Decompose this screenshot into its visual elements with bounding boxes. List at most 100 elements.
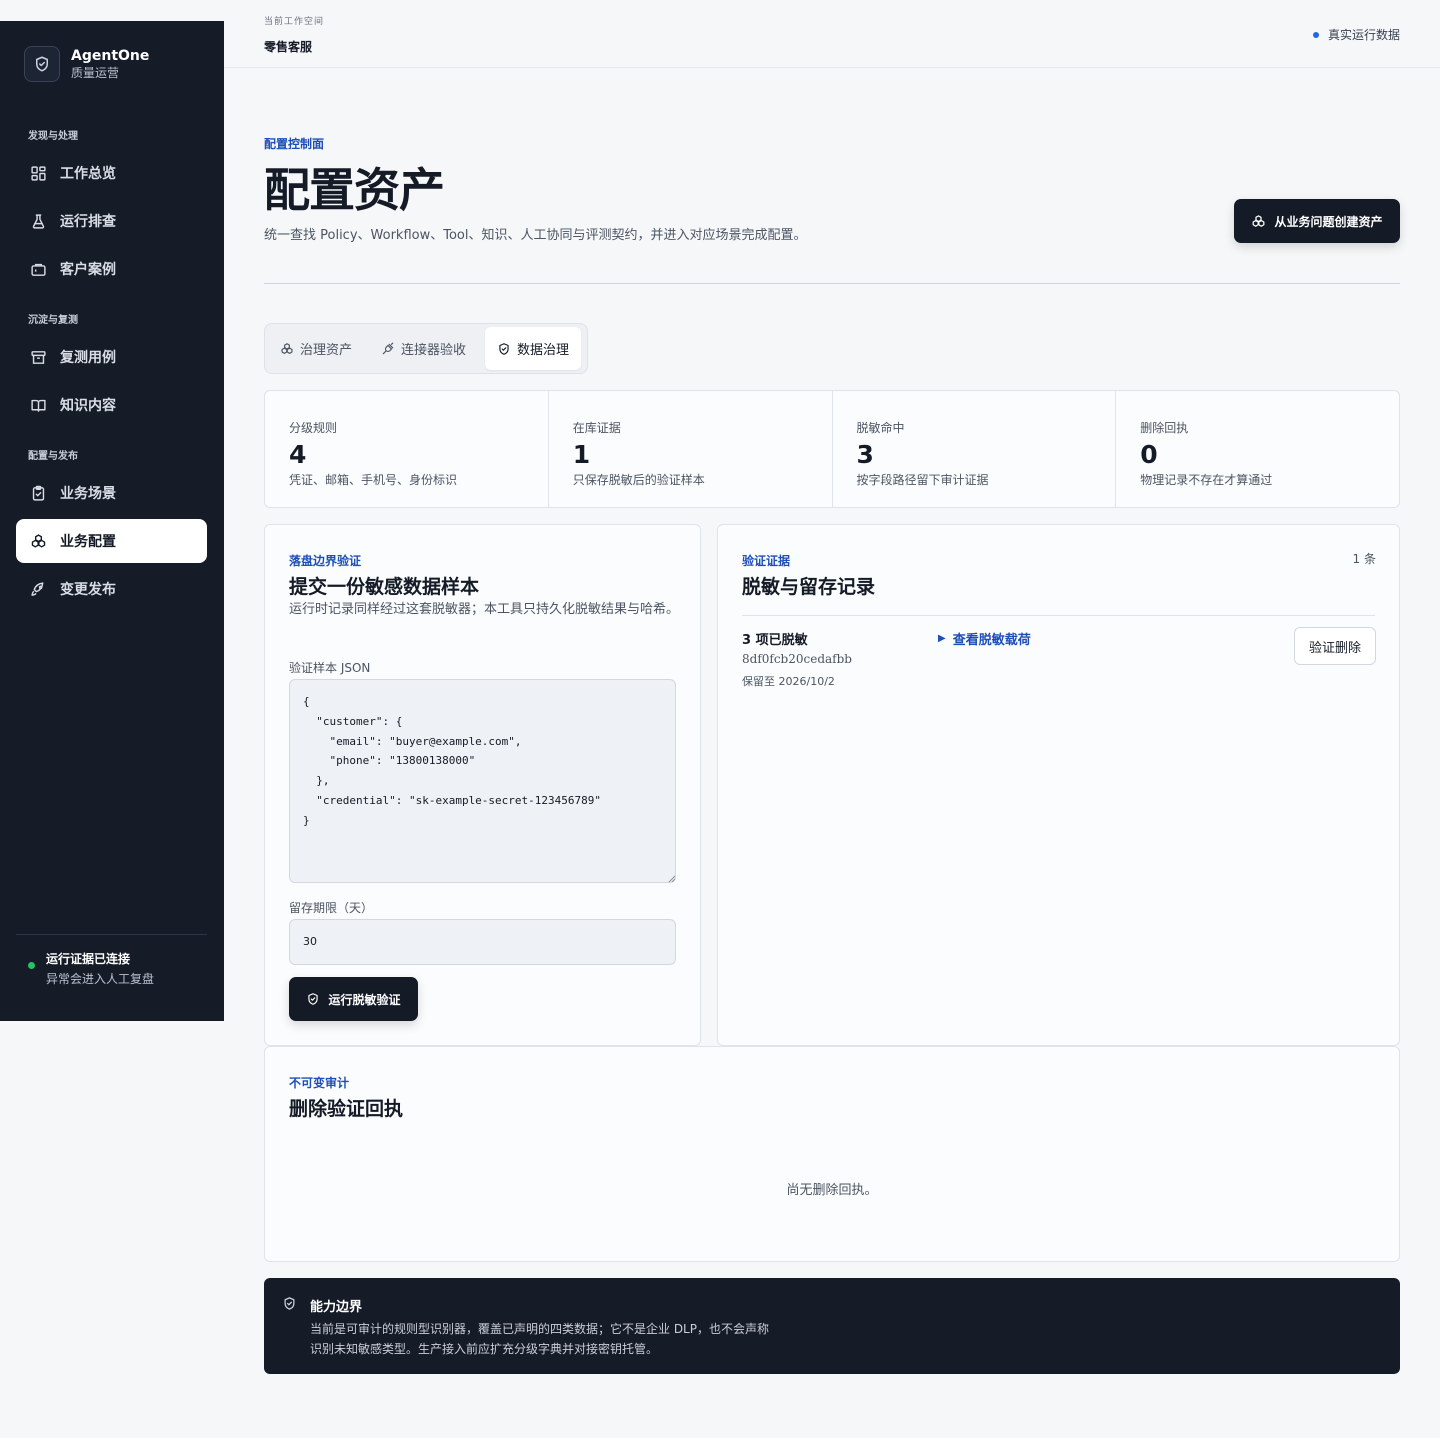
capability-notice: 能力边界 当前是可审计的规则型识别器，覆盖已声明的四类数据；它不是企业 DLP，… [264, 1278, 1400, 1374]
verify-delete-button[interactable]: 验证删除 [1294, 627, 1376, 665]
tab-label: 连接器验收 [401, 343, 467, 358]
stat-value: 3 [856, 440, 874, 469]
status-dot [28, 962, 35, 969]
page-title: 配置资产 [264, 163, 445, 217]
card-eyebrow: 落盘边界验证 [289, 554, 362, 568]
live-dot [1312, 31, 1319, 38]
create-asset-button[interactable]: 从业务问题创建资产 [1234, 199, 1400, 243]
notice-text: 当前是可审计的规则型识别器，覆盖已声明的四类数据；它不是企业 DLP，也不会声称… [310, 1322, 769, 1356]
shield-icon [499, 342, 509, 355]
connection-title: 运行证据已连接 [46, 952, 131, 966]
nav-section-discover: 发现与处理 [28, 131, 78, 142]
brand-sub: 质量运营 [71, 66, 120, 80]
sidebar-item-config[interactable]: 业务配置 [16, 519, 207, 563]
shield-logo-icon [24, 46, 60, 82]
grid-icon [31, 165, 46, 181]
sidebar-item-retest-cases[interactable]: 复测用例 [16, 335, 207, 379]
resize-handle-icon[interactable] [668, 875, 676, 883]
nav-section-retest: 沉淀与复测 [28, 315, 78, 326]
rocket-icon [31, 581, 44, 596]
card-divider [742, 615, 1375, 616]
header-divider [264, 283, 1400, 284]
sidebar-item-knowledge[interactable]: 知识内容 [16, 383, 207, 427]
stat-classification-rules: 分级规则 4 凭证、邮箱、手机号、身份标识 [265, 391, 549, 507]
live-label: 真实运行数据 [1327, 28, 1400, 42]
sidebar-item-label: 业务场景 [60, 486, 116, 502]
boxes-icon [1253, 214, 1265, 227]
tab-label: 治理资产 [300, 343, 353, 358]
stat-label: 删除回执 [1140, 421, 1189, 435]
card-description: 运行时记录同样经过这套脱敏器；本工具只持久化脱敏结果与哈希。 [289, 602, 680, 617]
flask-icon [32, 213, 45, 229]
stat-label: 分级规则 [289, 421, 338, 435]
boxes-icon [31, 533, 46, 548]
plug-icon [382, 342, 394, 354]
sidebar-item-label: 变更发布 [60, 582, 116, 598]
brand-name: AgentOne [71, 48, 150, 64]
stat-value: 0 [1140, 440, 1158, 469]
tab-data-governance[interactable]: 数据治理 [485, 327, 582, 370]
stats-panel: 分级规则 4 凭证、邮箱、手机号、身份标识 在库证据 1 只保存脱敏后的验证样本… [264, 390, 1400, 508]
page-description: 统一查找 Policy、Workflow、Tool、知识、人工协同与评测契约，并… [264, 228, 807, 243]
empty-state: 尚无删除回执。 [786, 1183, 878, 1198]
stat-desc: 只保存脱敏后的验证样本 [572, 473, 705, 487]
json-sample-textarea[interactable]: { "customer": { "email": "buyer@example.… [289, 679, 676, 883]
connection-status: 运行证据已连接 异常会进入人工复盘 [28, 949, 154, 987]
archive-icon [31, 350, 46, 364]
briefcase-icon [31, 263, 46, 276]
stat-deletion-receipts: 删除回执 0 物理记录不存在才算通过 [1116, 391, 1399, 507]
evidence-card: 验证证据 脱敏与留存记录 1 条 3 项已脱敏 8df0fcb20cedafbb… [717, 524, 1400, 1046]
sidebar-item-scenes[interactable]: 业务场景 [16, 471, 207, 515]
tab-connector-acceptance[interactable]: 连接器验收 [369, 327, 478, 370]
run-masking-button[interactable]: 运行脱敏验证 [289, 977, 418, 1021]
sidebar: AgentOne 质量运营 发现与处理 工作总览 运行排查 客户案例 沉淀与复测… [0, 21, 224, 1021]
sidebar-item-label: 客户案例 [60, 262, 116, 278]
stat-stored-evidence: 在库证据 1 只保存脱敏后的验证样本 [549, 391, 833, 507]
card-eyebrow: 不可变审计 [289, 1076, 350, 1090]
stat-masking-hits: 脱敏命中 3 按字段路径留下审计证据 [833, 391, 1117, 507]
sidebar-item-label: 业务配置 [60, 534, 116, 550]
stat-label: 脱敏命中 [856, 421, 905, 435]
record-hash: 8df0fcb20cedafbb [742, 652, 852, 666]
stat-desc: 凭证、邮箱、手机号、身份标识 [289, 473, 458, 487]
workspace-name[interactable]: 零售客服 [264, 38, 312, 55]
sidebar-item-label: 知识内容 [60, 398, 116, 414]
tab-governance-assets[interactable]: 治理资产 [268, 327, 364, 370]
sidebar-item-label: 运行排查 [60, 214, 116, 230]
page-eyebrow: 配置控制面 [264, 137, 325, 151]
sidebar-item-overview[interactable]: 工作总览 [16, 151, 207, 195]
json-field-label: 验证样本 JSON [289, 661, 371, 675]
retention-days-input[interactable]: 30 [289, 919, 676, 965]
record-count: 1 条 [1352, 552, 1376, 566]
retention-field-label: 留存期限（天） [289, 901, 374, 915]
card-title: 提交一份敏感数据样本 [289, 576, 480, 598]
clipboard-icon [32, 485, 45, 501]
tab-label: 数据治理 [517, 343, 570, 358]
shield-icon [308, 993, 319, 1005]
book-icon [31, 399, 46, 412]
stat-label: 在库证据 [572, 421, 621, 435]
stat-desc: 物理记录不存在才算通过 [1140, 473, 1273, 487]
sidebar-item-label: 复测用例 [60, 350, 116, 366]
submit-sample-card: 落盘边界验证 提交一份敏感数据样本 运行时记录同样经过这套脱敏器；本工具只持久化… [264, 524, 701, 1046]
notice-title: 能力边界 [310, 1300, 363, 1315]
record-retention: 保留至 2026/10/2 [742, 675, 835, 688]
tab-bar: 治理资产 连接器验收 数据治理 [264, 323, 588, 374]
sidebar-item-release[interactable]: 变更发布 [16, 567, 207, 611]
card-eyebrow: 验证证据 [742, 554, 791, 568]
live-data-badge: 真实运行数据 [1312, 26, 1400, 43]
brand[interactable]: AgentOne 质量运营 [24, 46, 149, 82]
view-masked-payload-toggle[interactable]: ▶ 查看脱敏载荷 [938, 629, 1031, 648]
shield-icon [284, 1297, 295, 1310]
sidebar-divider [16, 934, 207, 935]
deletion-receipt-card: 不可变审计 删除验证回执 尚无删除回执。 [264, 1046, 1400, 1262]
workspace-label: 当前工作空间 [264, 17, 325, 27]
sidebar-item-cases[interactable]: 客户案例 [16, 247, 207, 291]
stat-value: 4 [289, 440, 307, 469]
nav-section-config: 配置与发布 [28, 451, 78, 462]
sidebar-item-runs[interactable]: 运行排查 [16, 199, 207, 243]
topbar: 当前工作空间 零售客服 真实运行数据 [224, 0, 1440, 68]
card-title: 删除验证回执 [289, 1098, 404, 1120]
triangle-right-icon: ▶ [938, 633, 946, 644]
connection-sub: 异常会进入人工复盘 [46, 972, 155, 986]
